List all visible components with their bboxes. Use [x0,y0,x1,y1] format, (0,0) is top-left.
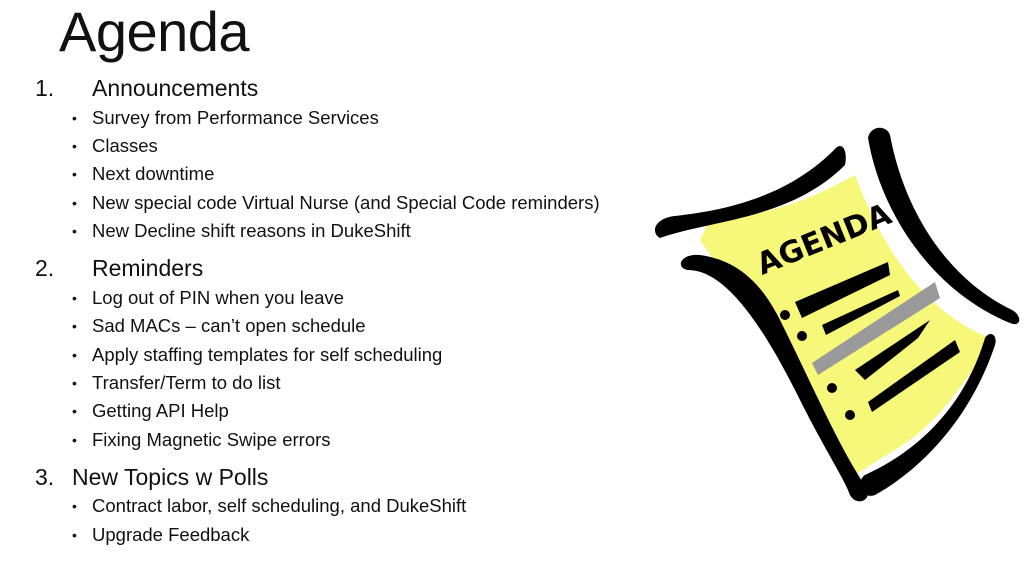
section-number: 1. [35,75,55,101]
bullet-icon: • [72,498,77,514]
bullet-icon: • [72,318,77,334]
bullet-icon: • [72,527,77,543]
slide-title: Agenda [59,0,250,63]
bullet-icon: • [72,110,77,126]
dot-icon [827,383,837,393]
section-heading: New Topics w Polls [72,464,269,490]
bullet-icon: • [72,138,77,154]
section-heading: Announcements [92,75,259,101]
bullet-icon: • [72,166,77,182]
bullet-icon: • [72,432,77,448]
bullet-icon: • [72,290,77,306]
dot-icon [845,410,855,420]
dot-icon [780,310,790,320]
bullet-icon: • [72,403,77,419]
section-number: 2. [35,255,55,281]
dot-icon [797,331,807,341]
section-heading: Reminders [92,255,204,281]
bullet-icon: • [72,347,77,363]
bullet-icon: • [72,375,77,391]
bullet-icon: • [72,223,77,239]
bullet-icon: • [72,195,77,211]
agenda-paper-icon: AGENDA [655,127,1020,502]
section-number: 3. [35,464,55,490]
